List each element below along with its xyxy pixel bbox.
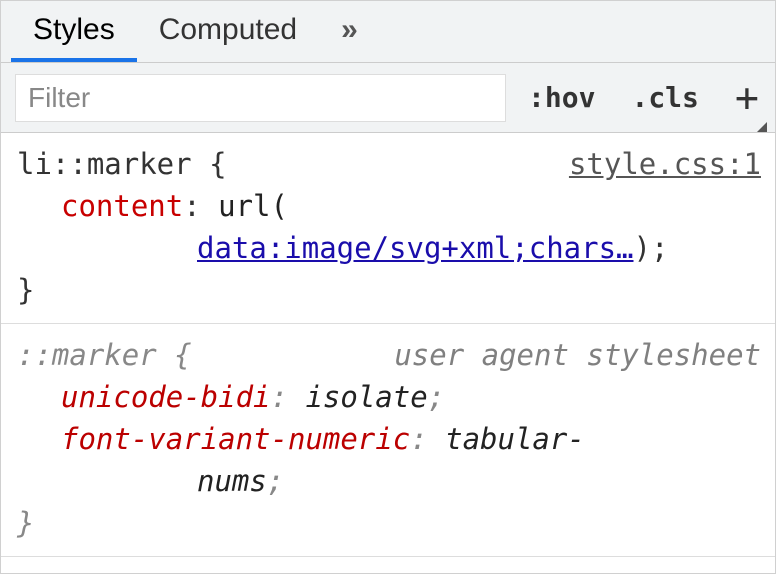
filter-input[interactable]: [15, 74, 506, 122]
brace-close: }: [17, 506, 34, 540]
tab-overflow[interactable]: »: [319, 1, 382, 62]
rule-source-ua: user agent stylesheet: [394, 334, 761, 376]
rules-list: style.css:1 li::marker { content: url( d…: [1, 133, 775, 557]
rule-selector[interactable]: li::marker: [17, 147, 192, 181]
colon: :: [410, 422, 445, 456]
url-link[interactable]: data:image/svg+xml;chars…: [197, 231, 634, 265]
css-declaration[interactable]: content: url(: [17, 185, 759, 227]
css-value-wrapped: data:image/svg+xml;chars…);: [17, 227, 759, 269]
tab-computed[interactable]: Computed: [137, 1, 319, 62]
value-suffix: );: [634, 231, 669, 265]
styles-toolbar: :hov .cls +: [1, 63, 775, 133]
colon: :: [183, 189, 218, 223]
css-property[interactable]: unicode-bidi: [61, 380, 271, 414]
css-value-prefix: url(: [218, 189, 288, 223]
cls-toggle[interactable]: .cls: [617, 74, 712, 122]
hov-toggle[interactable]: :hov: [514, 74, 609, 122]
rule-source-link[interactable]: style.css:1: [569, 143, 761, 185]
css-property[interactable]: content: [61, 189, 183, 223]
new-style-rule-button[interactable]: +: [721, 74, 765, 122]
css-declaration[interactable]: unicode-bidi: isolate;: [17, 376, 759, 418]
css-property[interactable]: font-variant-numeric: [61, 422, 410, 456]
semicolon: ;: [428, 380, 445, 414]
css-declaration[interactable]: font-variant-numeric: tabular-: [17, 418, 759, 460]
brace-open: {: [192, 147, 227, 181]
tabs-bar: Styles Computed »: [1, 1, 775, 63]
css-value[interactable]: isolate: [305, 380, 427, 414]
colon: :: [271, 380, 306, 414]
brace-close: }: [17, 273, 34, 307]
css-rule-ua: user agent stylesheet ::marker { unicode…: [1, 324, 775, 557]
rule-selector[interactable]: ::marker: [17, 338, 157, 372]
css-rule: style.css:1 li::marker { content: url( d…: [1, 133, 775, 324]
tab-styles[interactable]: Styles: [11, 1, 137, 62]
css-value-line1[interactable]: tabular-: [445, 422, 585, 456]
brace-open: {: [157, 338, 192, 372]
semicolon: ;: [267, 464, 284, 498]
css-value-line2[interactable]: nums: [197, 464, 267, 498]
css-value-wrapped: nums;: [17, 460, 759, 502]
